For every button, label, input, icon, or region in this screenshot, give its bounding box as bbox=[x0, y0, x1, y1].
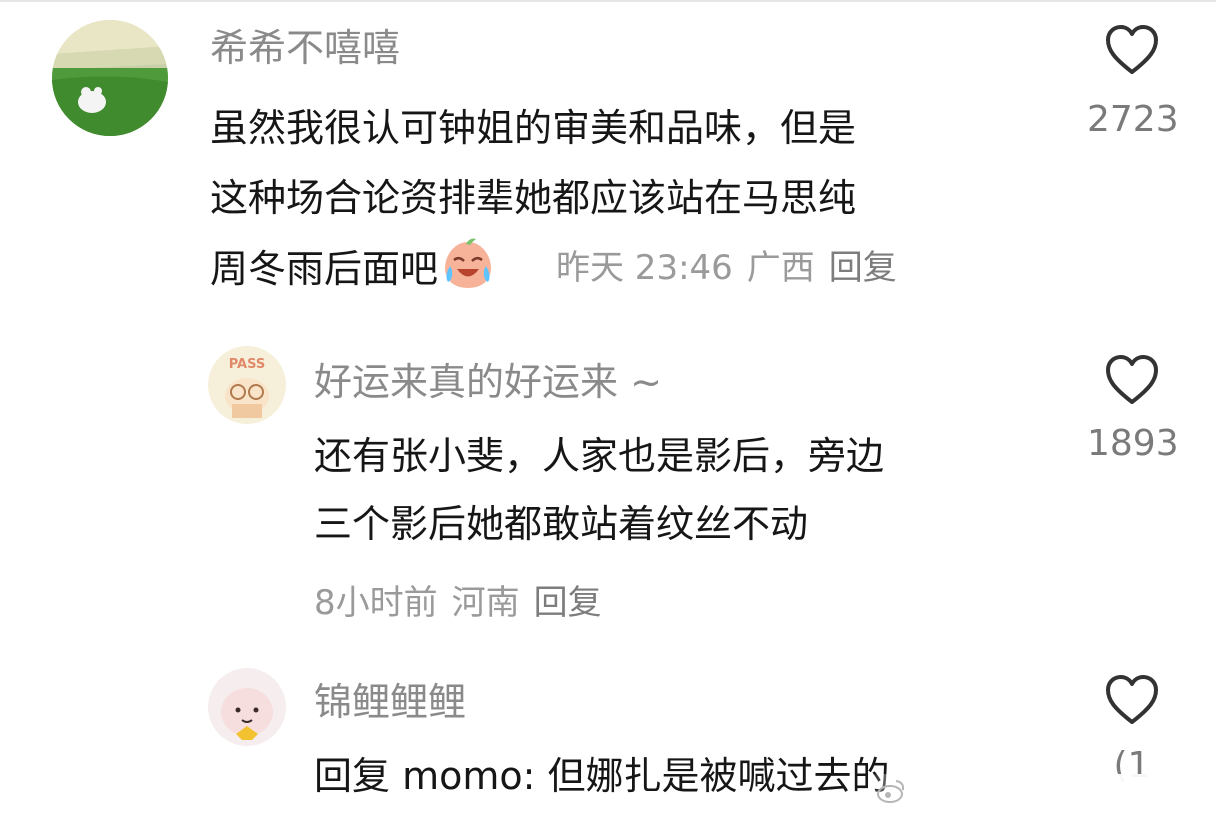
comment-text-line: 这种场合论资排辈她都应该站在马思纯 bbox=[210, 176, 857, 220]
comment-time: 昨天 23:46 bbox=[556, 248, 733, 288]
like-button[interactable]: 1893 bbox=[1087, 354, 1179, 466]
reply-meta: 8小时前 河南 回复 bbox=[314, 583, 616, 623]
heart-outline-icon bbox=[1106, 355, 1158, 404]
comment-text-line: 周冬雨后面吧 bbox=[210, 247, 439, 291]
reply-text-line: 三个影后她都敢站着纹丝不动 bbox=[314, 502, 809, 546]
avatar-pass-text: PASS bbox=[229, 357, 266, 372]
like-count: 2723 bbox=[1087, 99, 1179, 140]
watermark-overlay bbox=[870, 774, 1216, 813]
reply-button[interactable]: 回复 bbox=[829, 248, 897, 288]
reply-username[interactable]: 锦鲤鲤鲤 bbox=[314, 680, 466, 724]
comment-text-line: 虽然我很认可钟姐的审美和品味，但是 bbox=[210, 106, 857, 150]
reply-text-line: 还有张小斐，人家也是影后，旁边 bbox=[314, 434, 885, 478]
top-divider bbox=[0, 0, 1216, 2]
avatar[interactable]: PASS bbox=[208, 346, 286, 424]
comment-location: 广西 bbox=[746, 248, 815, 288]
crying-laughing-peach-emoji-icon bbox=[440, 236, 496, 292]
like-button[interactable]: 2723 bbox=[1087, 24, 1179, 142]
comment-meta: 昨天 23:46 广西 回复 bbox=[556, 248, 911, 288]
avatar[interactable] bbox=[52, 20, 168, 136]
comment-username[interactable]: 希希不嘻嘻 bbox=[210, 26, 400, 70]
reply-username[interactable]: 好运来真的好运来 ~ bbox=[314, 360, 662, 404]
avatar[interactable] bbox=[208, 668, 286, 746]
reply-time: 8小时前 bbox=[314, 583, 438, 623]
like-count: 1893 bbox=[1087, 423, 1179, 464]
reply-button[interactable]: 回复 bbox=[534, 583, 602, 623]
reply-text-line: 回复 momo: 但娜扎是被喊过去的 bbox=[314, 754, 890, 798]
comment-text-line-wrapper: 周冬雨后面吧 bbox=[210, 236, 496, 301]
heart-outline-icon bbox=[1106, 675, 1158, 724]
heart-outline-icon bbox=[1106, 25, 1158, 74]
weibo-watermark-icon bbox=[877, 780, 905, 803]
reply-location: 河南 bbox=[451, 583, 520, 623]
like-button[interactable]: (1 bbox=[1087, 674, 1177, 788]
